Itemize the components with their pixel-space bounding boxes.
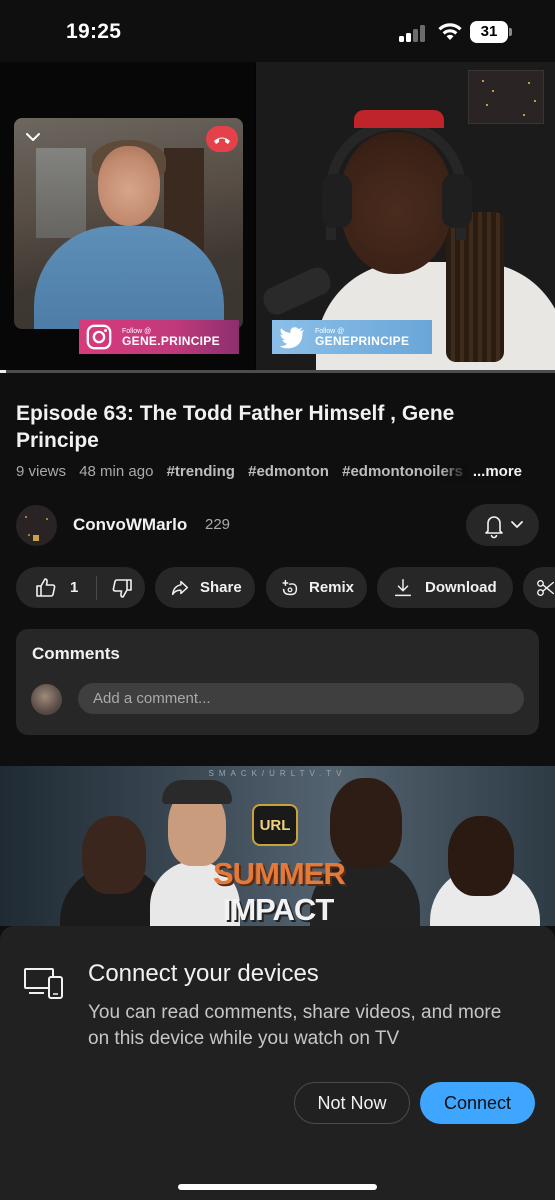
- hashtag[interactable]: #edmonton: [248, 463, 329, 480]
- thumbnail-site-text: SMACK/URLTV.TV: [208, 769, 347, 778]
- video-progress-bar[interactable]: [0, 370, 555, 373]
- share-button[interactable]: Share: [155, 567, 255, 608]
- user-avatar: [31, 684, 62, 715]
- like-count: 1: [70, 579, 79, 596]
- notification-bell-button[interactable]: [466, 504, 539, 546]
- twitter-icon: [275, 320, 309, 354]
- remix-label: Remix: [309, 579, 355, 596]
- channel-avatar[interactable]: [16, 505, 57, 546]
- chevron-down-icon: [26, 133, 40, 141]
- video-player[interactable]: Follow @ GENE.PRINCIPE Follow @ GENEPRIN…: [0, 62, 555, 372]
- subscriber-count: 229: [205, 516, 231, 533]
- more-link[interactable]: ...more: [468, 463, 522, 480]
- channel-name[interactable]: ConvoWMarlo: [73, 515, 187, 535]
- devices-icon: [24, 968, 63, 999]
- video-progress-fill: [0, 370, 6, 373]
- thumbnail-title-line1: SUMMER: [213, 856, 346, 891]
- clip-button[interactable]: [523, 567, 555, 608]
- remix-icon: [282, 579, 298, 595]
- download-button[interactable]: Download: [377, 567, 513, 608]
- like-dislike-button[interactable]: 1: [16, 567, 145, 608]
- not-now-button[interactable]: Not Now: [294, 1082, 410, 1124]
- sheet-body: You can read comments, share videos, and…: [88, 1002, 502, 1049]
- remix-button[interactable]: Remix: [266, 567, 367, 608]
- facetime-window: [14, 118, 243, 329]
- wifi-icon: [438, 23, 462, 40]
- add-comment-input[interactable]: Add a comment...: [78, 683, 524, 714]
- home-indicator[interactable]: [178, 1184, 377, 1190]
- section-divider: [0, 746, 555, 766]
- video-left-panel: Follow @ GENE.PRINCIPE: [0, 62, 253, 372]
- sheet-title: Connect your devices: [88, 960, 319, 987]
- instagram-banner: Follow @ GENE.PRINCIPE: [79, 320, 239, 354]
- next-video-thumbnail[interactable]: SMACK/URLTV.TV URL SUMMER IMPACT: [0, 766, 555, 926]
- share-icon: [171, 580, 189, 595]
- twitter-handle: GENEPRINCIPE: [315, 333, 410, 348]
- battery-level: 31: [480, 23, 498, 40]
- hashtag[interactable]: #edmontonoilers: [342, 463, 463, 480]
- thumbs-up-icon[interactable]: [34, 576, 58, 600]
- like-divider: [96, 575, 98, 600]
- comments-card[interactable]: Comments Add a comment...: [16, 629, 539, 735]
- upload-age: 48 min ago: [79, 463, 154, 480]
- url-logo-text: URL: [259, 816, 291, 834]
- video-meta[interactable]: 9 views 48 min ago #trending #edmonton #…: [16, 463, 541, 483]
- hashtag[interactable]: #trending: [167, 463, 235, 480]
- comments-title: Comments: [32, 644, 120, 663]
- twitter-banner: Follow @ GENEPRINCIPE: [272, 320, 432, 354]
- share-label: Share: [200, 579, 242, 596]
- instagram-icon: [82, 320, 116, 354]
- end-call-icon: [206, 126, 238, 152]
- battery-icon: 31: [470, 21, 512, 43]
- bell-icon: [485, 516, 503, 539]
- status-bar: 19:25 31: [0, 0, 555, 62]
- thumbnail-title-line2: IMPACT: [222, 892, 335, 926]
- channel-logo-icon: [468, 70, 544, 124]
- status-time: 19:25: [66, 20, 122, 43]
- view-count: 9 views: [16, 463, 67, 480]
- download-label: Download: [425, 579, 497, 596]
- cellular-signal-icon: [399, 24, 429, 42]
- instagram-handle: GENE.PRINCIPE: [122, 333, 220, 348]
- connect-button[interactable]: Connect: [420, 1082, 535, 1124]
- download-icon: [394, 578, 412, 596]
- video-title[interactable]: Episode 63: The Todd Father Himself , Ge…: [16, 400, 541, 454]
- connect-devices-sheet: Connect your devices You can read commen…: [0, 926, 555, 1200]
- url-logo-badge: URL: [252, 804, 298, 846]
- scissors-icon: [537, 579, 555, 596]
- thumbs-down-icon[interactable]: [110, 576, 134, 600]
